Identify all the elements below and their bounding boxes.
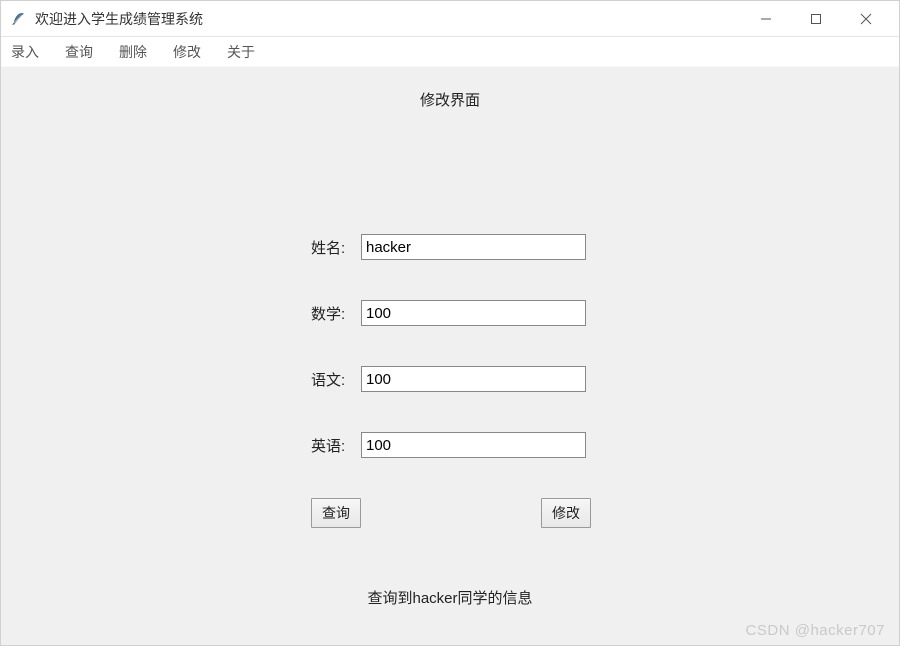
label-english: 英语:	[311, 435, 361, 456]
window-controls	[741, 1, 891, 37]
modify-button[interactable]: 修改	[541, 498, 591, 528]
form-row-name: 姓名:	[311, 234, 611, 260]
input-math[interactable]	[361, 300, 586, 326]
maximize-button[interactable]	[791, 1, 841, 37]
client-area: 修改界面 姓名: 数学: 语文: 英语: 查询 修改 查询到	[1, 67, 899, 645]
minimize-button[interactable]	[741, 1, 791, 37]
menubar: 录入 查询 删除 修改 关于	[1, 37, 899, 67]
form-row-math: 数学:	[311, 300, 611, 326]
label-name: 姓名:	[311, 237, 361, 258]
window-title: 欢迎进入学生成绩管理系统	[35, 9, 741, 29]
button-row: 查询 修改	[311, 498, 591, 528]
close-button[interactable]	[841, 1, 891, 37]
input-chinese[interactable]	[361, 366, 586, 392]
feather-icon	[9, 10, 27, 28]
status-message: 查询到hacker同学的信息	[1, 587, 899, 608]
menu-input[interactable]: 录入	[7, 40, 43, 64]
form-row-chinese: 语文:	[311, 366, 611, 392]
watermark: CSDN @hacker707	[746, 622, 885, 639]
input-name[interactable]	[361, 234, 586, 260]
menu-modify[interactable]: 修改	[169, 40, 205, 64]
menu-delete[interactable]: 删除	[115, 40, 151, 64]
label-chinese: 语文:	[311, 369, 361, 390]
page-title: 修改界面	[1, 89, 899, 110]
query-button[interactable]: 查询	[311, 498, 361, 528]
label-math: 数学:	[311, 303, 361, 324]
titlebar: 欢迎进入学生成绩管理系统	[1, 1, 899, 37]
input-english[interactable]	[361, 432, 586, 458]
form-row-english: 英语:	[311, 432, 611, 458]
app-window: 欢迎进入学生成绩管理系统 录入 查询 删除 修改 关于 修改界面 姓名:	[0, 0, 900, 646]
menu-query[interactable]: 查询	[61, 40, 97, 64]
menu-about[interactable]: 关于	[223, 40, 259, 64]
form: 姓名: 数学: 语文: 英语: 查询 修改	[311, 234, 611, 528]
